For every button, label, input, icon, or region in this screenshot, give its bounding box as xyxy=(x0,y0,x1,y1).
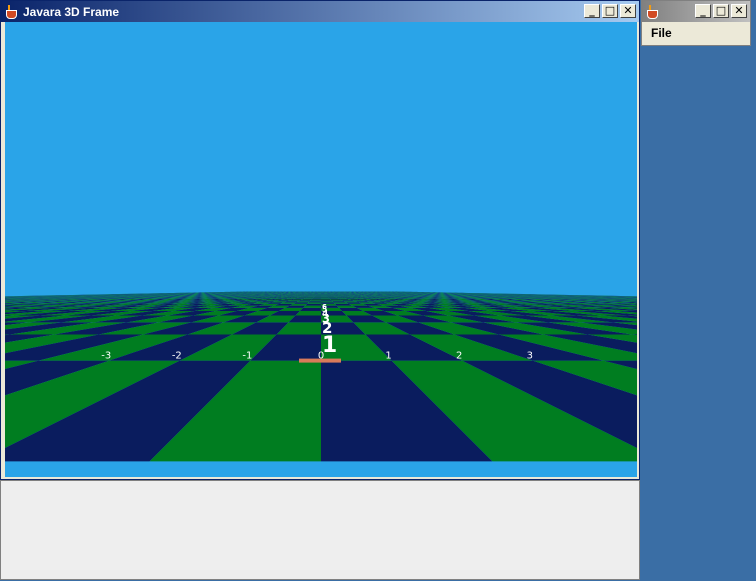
window-title: Javara 3D Frame xyxy=(23,4,120,19)
maximize-button[interactable]: □ xyxy=(713,4,729,18)
x-axis-label: 2 xyxy=(456,351,462,362)
z-axis-label: 6 xyxy=(322,303,327,311)
java-cup-icon xyxy=(645,4,659,19)
checkerboard-floor xyxy=(5,291,637,462)
lower-panel xyxy=(0,480,640,580)
x-axis-label: -3 xyxy=(101,351,111,362)
x-axis-label: 1 xyxy=(385,351,391,362)
x-axis-label: -2 xyxy=(172,351,182,362)
file-window-titlebar[interactable]: _ □ ✕ xyxy=(642,1,750,22)
menu-file[interactable]: File xyxy=(651,26,672,40)
minimize-button[interactable]: _ xyxy=(695,4,711,18)
x-axis-label: 3 xyxy=(527,351,533,362)
close-button[interactable]: ✕ xyxy=(620,4,636,18)
3d-scene[interactable]: 123456-3 -2 -1 0 1 2 3 xyxy=(5,22,637,477)
maximize-button[interactable]: □ xyxy=(602,4,618,18)
close-button[interactable]: ✕ xyxy=(731,4,747,18)
x-axis-label: -1 xyxy=(242,351,252,362)
z-axis-label: 1 xyxy=(322,333,337,358)
main-titlebar[interactable]: Javara 3D Frame _ □ ✕ xyxy=(1,1,639,22)
window-controls: _ □ ✕ xyxy=(584,4,636,18)
main-window: Javara 3D Frame _ □ ✕ 1 2 3 4 5 6 -3 -2 -1 0 1 2 3 xyxy=(0,0,640,480)
java-cup-icon xyxy=(4,4,18,19)
3d-canvas[interactable]: 1 2 3 4 5 6 -3 -2 -1 0 1 2 3 xyxy=(5,22,637,477)
menubar: File xyxy=(642,23,750,45)
minimize-button[interactable]: _ xyxy=(584,4,600,18)
file-window-controls: _ □ ✕ xyxy=(695,4,747,18)
origin-marker xyxy=(299,358,341,363)
file-window: _ □ ✕ File xyxy=(641,0,751,46)
